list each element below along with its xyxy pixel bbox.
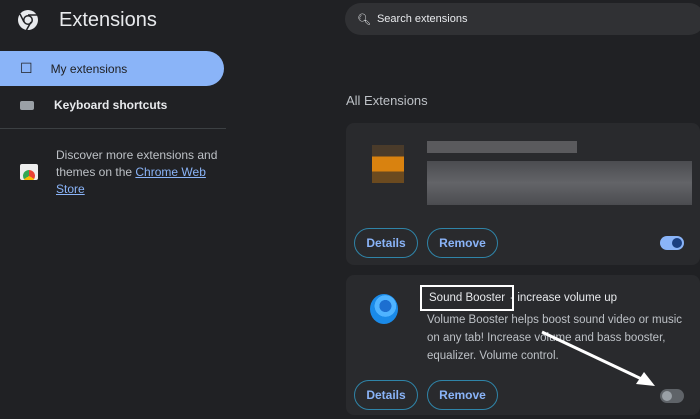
sidebar-item-keyboard-shortcuts[interactable]: Keyboard shortcuts <box>0 94 167 116</box>
extension-title: Sound Booster - increase volume up <box>419 285 618 311</box>
search-icon: 🔍︎ <box>357 13 371 26</box>
search-placeholder: Search extensions <box>376 13 468 25</box>
keyboard-icon <box>20 100 34 110</box>
blurred-description <box>427 161 692 205</box>
annotation-arrow-icon <box>541 330 655 386</box>
remove-button[interactable]: Remove <box>427 228 498 258</box>
sidebar-item-my-extensions[interactable]: ☐ My extensions <box>0 51 224 86</box>
enable-toggle[interactable] <box>660 389 684 403</box>
puzzle-icon: ☐ <box>20 60 33 76</box>
enable-toggle[interactable] <box>660 236 684 250</box>
page-title: Extensions <box>59 9 157 31</box>
sidebar-item-label: My extensions <box>50 61 128 76</box>
blurred-name <box>427 141 577 153</box>
extension-name: Sound Booster <box>419 285 515 311</box>
section-heading: All Extensions <box>346 93 428 108</box>
divider <box>0 128 226 129</box>
sound-booster-icon <box>370 294 398 324</box>
sidebar-item-label: Keyboard shortcuts <box>54 98 168 112</box>
chrome-logo-icon <box>18 10 38 31</box>
details-button[interactable]: Details <box>354 228 418 258</box>
remove-button[interactable]: Remove <box>427 380 498 410</box>
extension-icon <box>372 145 404 183</box>
details-button[interactable]: Details <box>354 380 418 410</box>
extension-card: Details Remove <box>346 123 700 265</box>
search-input[interactable]: 🔍︎ Search extensions <box>345 3 700 35</box>
web-store-icon <box>20 164 38 180</box>
discover-text: Discover more extensions and themes on t… <box>56 148 218 196</box>
